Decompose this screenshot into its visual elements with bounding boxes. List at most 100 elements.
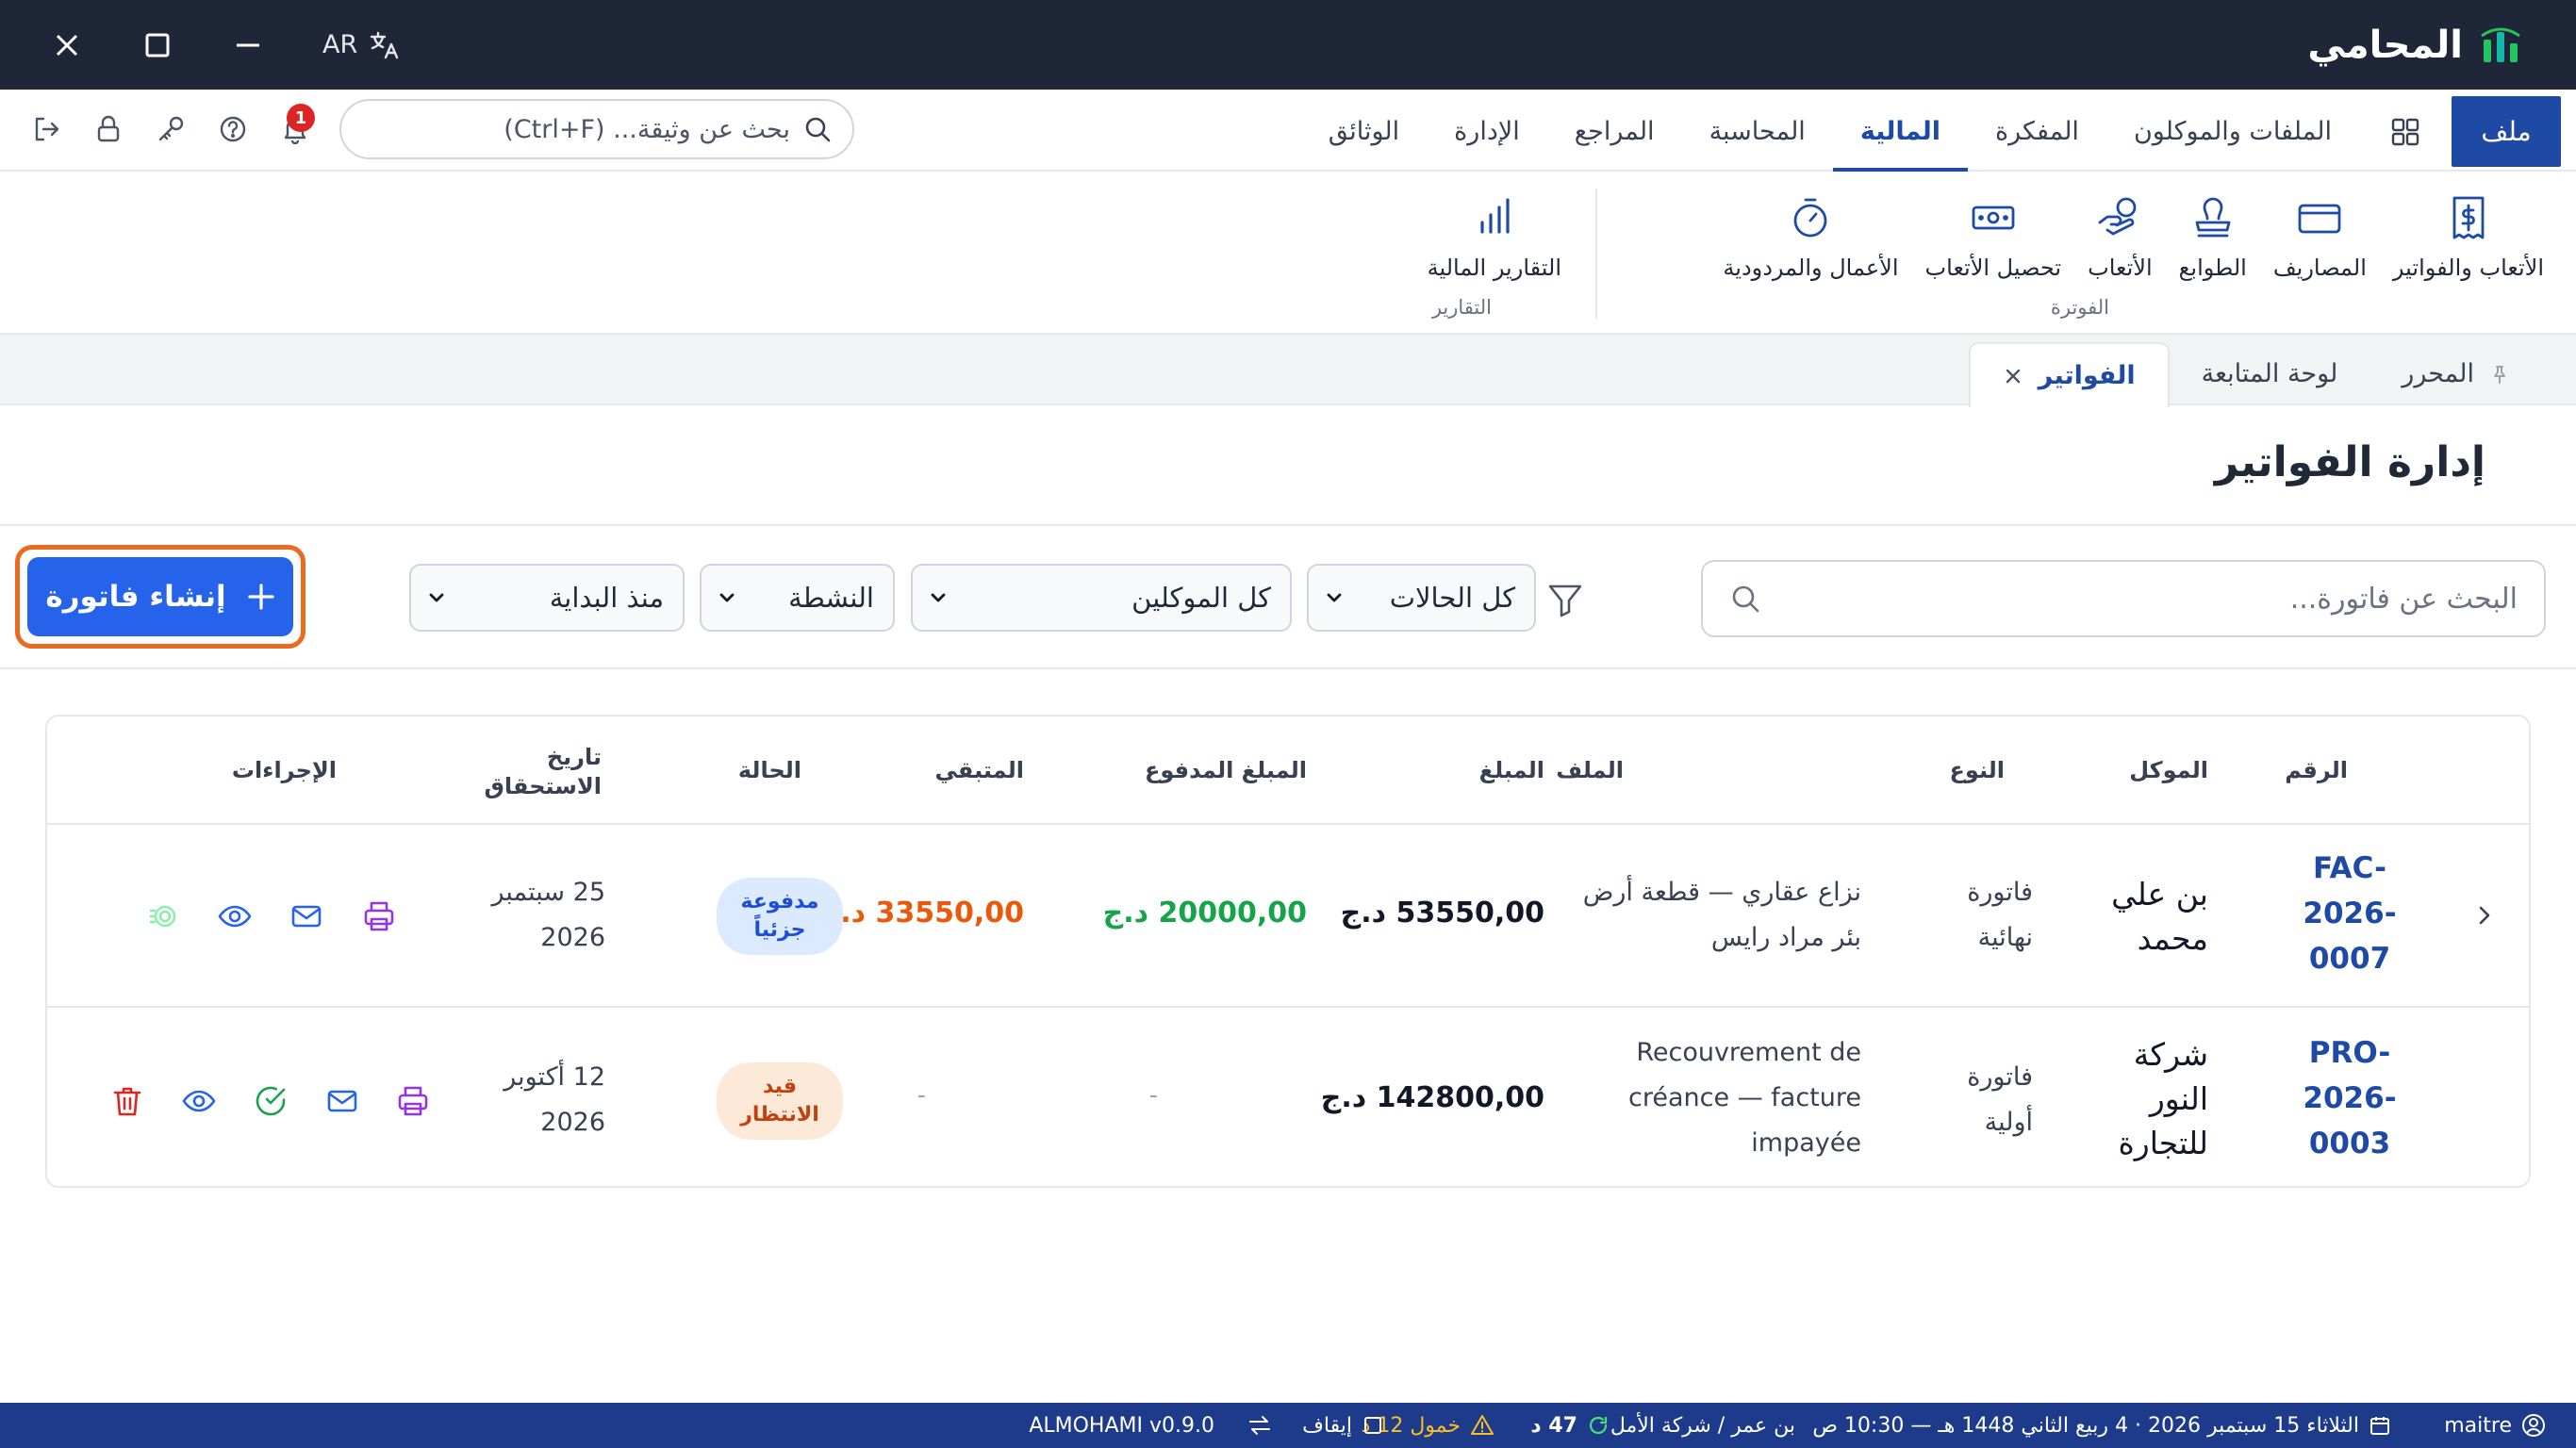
file-line: بئر مراد رايس: [1710, 923, 1861, 952]
notifications-button[interactable]: 1: [277, 104, 315, 147]
document-search-input[interactable]: [362, 114, 790, 144]
create-invoice-button[interactable]: إنشاء فاتورة: [27, 557, 293, 636]
maximize-window-button[interactable]: [141, 29, 173, 61]
timer-value: 47 د: [1530, 1413, 1577, 1438]
status-badge: قيد الانتظار: [717, 1062, 843, 1140]
timer-icon: [1589, 1416, 1608, 1435]
app-name: المحامي: [2307, 23, 2463, 67]
activity-filter-select[interactable]: النشطة: [700, 564, 895, 632]
remaining-amount: 33550,00 د.ج: [819, 897, 1024, 930]
trash-icon: [113, 1087, 141, 1116]
due-line: 2026: [540, 1108, 605, 1137]
ribbon-label: الأعمال والمردودية: [1723, 255, 1899, 281]
status-context[interactable]: 47 د: [1530, 1403, 1610, 1448]
table-row[interactable]: FAC- 2026- 0007 بن علي محمد فاتورة نهائي…: [47, 825, 2529, 1008]
expand-row-button[interactable]: [2466, 897, 2503, 934]
type-line: أولية: [1984, 1108, 2033, 1137]
logout-icon: [35, 117, 59, 141]
client-line: النور: [2149, 1080, 2208, 1117]
tab-documents[interactable]: الوثائق: [1301, 96, 1427, 167]
ribbon-fees-invoices[interactable]: الأتعاب والفواتير: [2380, 185, 2557, 290]
check-circle-icon: [256, 1086, 286, 1116]
stamp-icon: [2195, 197, 2231, 238]
status-text: مدفوعة جزئياً: [741, 888, 819, 945]
page-tab-dashboard[interactable]: لوحة المتابعة: [2170, 342, 2370, 405]
period-filter-value: منذ البداية: [549, 582, 664, 614]
maximize-icon: [145, 33, 170, 57]
page-tab-editor[interactable]: المحرر: [2370, 342, 2542, 405]
invoice-number-link[interactable]: PRO- 2026- 0003: [2303, 1030, 2397, 1166]
close-window-button[interactable]: [51, 29, 83, 61]
ribbon-label: الأتعاب والفواتير: [2392, 255, 2544, 281]
minimize-window-button[interactable]: [232, 29, 264, 61]
table-row[interactable]: PRO- 2026- 0003 شركة النور للتجارة فاتور…: [47, 1010, 2529, 1186]
delete-button[interactable]: [107, 1080, 148, 1122]
help-button[interactable]: [215, 111, 251, 147]
tab-administration[interactable]: الإدارة: [1427, 96, 1547, 167]
column-header-actions: الإجراءات: [231, 757, 337, 783]
invoice-icon: [2452, 196, 2485, 239]
app-brand: المحامي: [2307, 23, 2523, 68]
ribbon: الأتعاب والفواتير المصاريف الطوابع الأتع…: [0, 172, 2576, 335]
tab-finance[interactable]: المالية: [1832, 96, 1969, 172]
ribbon-stamps[interactable]: الطوابع: [2166, 185, 2260, 290]
page-tab-invoices[interactable]: الفواتير: [1968, 342, 2170, 407]
user-name: maitre: [2444, 1413, 2512, 1438]
email-button[interactable]: [322, 1080, 363, 1122]
due-line: 12 أكتوبر: [504, 1062, 605, 1092]
tab-references[interactable]: المراجع: [1547, 96, 1682, 167]
status-filter-select[interactable]: كل الحالات: [1307, 564, 1536, 632]
header-line: تاريخ: [546, 744, 602, 770]
key-button[interactable]: [153, 111, 189, 147]
tab-accounting[interactable]: المحاسبة: [1682, 96, 1833, 167]
tab-file[interactable]: ملف: [2452, 96, 2561, 167]
ribbon-work-profitability[interactable]: الأعمال والمردودية: [1709, 185, 1911, 290]
logout-button[interactable]: [28, 111, 64, 147]
close-tab-icon[interactable]: [2003, 366, 2023, 387]
invoice-search-input[interactable]: [1761, 582, 2518, 616]
client-line: للتجارة: [2118, 1125, 2208, 1161]
page-title: إدارة الفواتير: [2214, 438, 2485, 486]
bar-chart-icon: [1480, 198, 1510, 234]
top-tools: 1: [28, 99, 854, 159]
pause-button[interactable]: إيقاف: [1302, 1403, 1384, 1448]
billing-group: الأتعاب والفواتير المصاريف الطوابع الأتع…: [1709, 185, 2557, 290]
lock-button[interactable]: [91, 111, 126, 147]
file-line: نزاع عقاري — قطعة أرض: [1582, 878, 1861, 907]
period-filter-select[interactable]: منذ البداية: [409, 564, 685, 632]
status-user: maitre: [2444, 1403, 2546, 1448]
ribbon-financial-reports[interactable]: التقارير المالية: [1414, 185, 1575, 290]
sync-button[interactable]: [1247, 1403, 1273, 1448]
reports-group: التقارير المالية: [1414, 185, 1575, 290]
view-button[interactable]: [178, 1080, 220, 1122]
record-payment-button[interactable]: [142, 896, 184, 937]
file-line: Recouvrement de: [1636, 1038, 1861, 1067]
ribbon-separator: [1595, 189, 1597, 319]
print-button[interactable]: [358, 896, 400, 937]
invoice-type: فاتورة أولية: [1967, 1055, 2033, 1145]
ribbon-fees[interactable]: الأتعاب: [2074, 185, 2166, 290]
paid-amount: 20000,00 د.ج: [1102, 897, 1307, 930]
card-icon: [2298, 204, 2341, 234]
invoice-number-line: FAC-: [2313, 851, 2386, 885]
view-button[interactable]: [214, 896, 256, 937]
ribbon-fees-collection[interactable]: تحصيل الأتعاب: [1912, 185, 2075, 290]
invoice-number-link[interactable]: FAC- 2026- 0007: [2303, 846, 2397, 981]
tab-agenda[interactable]: المفكرة: [1968, 96, 2106, 167]
file-line: impayée: [1751, 1128, 1861, 1158]
type-line: فاتورة: [1967, 878, 2033, 907]
filter-icon: [1548, 584, 1582, 617]
client-line: شركة: [2133, 1036, 2208, 1073]
email-button[interactable]: [286, 896, 327, 937]
invoices-table: الرقم الموكل النوع الملف المبلغ المبلغ ا…: [45, 715, 2531, 1188]
validate-button[interactable]: [250, 1080, 291, 1122]
activity-filter-value: النشطة: [788, 582, 874, 614]
tab-files-clients[interactable]: الملفات والموكلون: [2106, 96, 2359, 167]
clients-filter-select[interactable]: كل الموكلين: [911, 564, 1292, 632]
apps-grid-button[interactable]: [2359, 96, 2452, 167]
column-header-file: الملف: [1556, 757, 1624, 783]
print-button[interactable]: [392, 1080, 434, 1122]
status-line: مدفوعة: [740, 890, 819, 913]
language-toggle[interactable]: AR: [322, 29, 401, 61]
ribbon-expenses[interactable]: المصاريف: [2260, 185, 2380, 290]
